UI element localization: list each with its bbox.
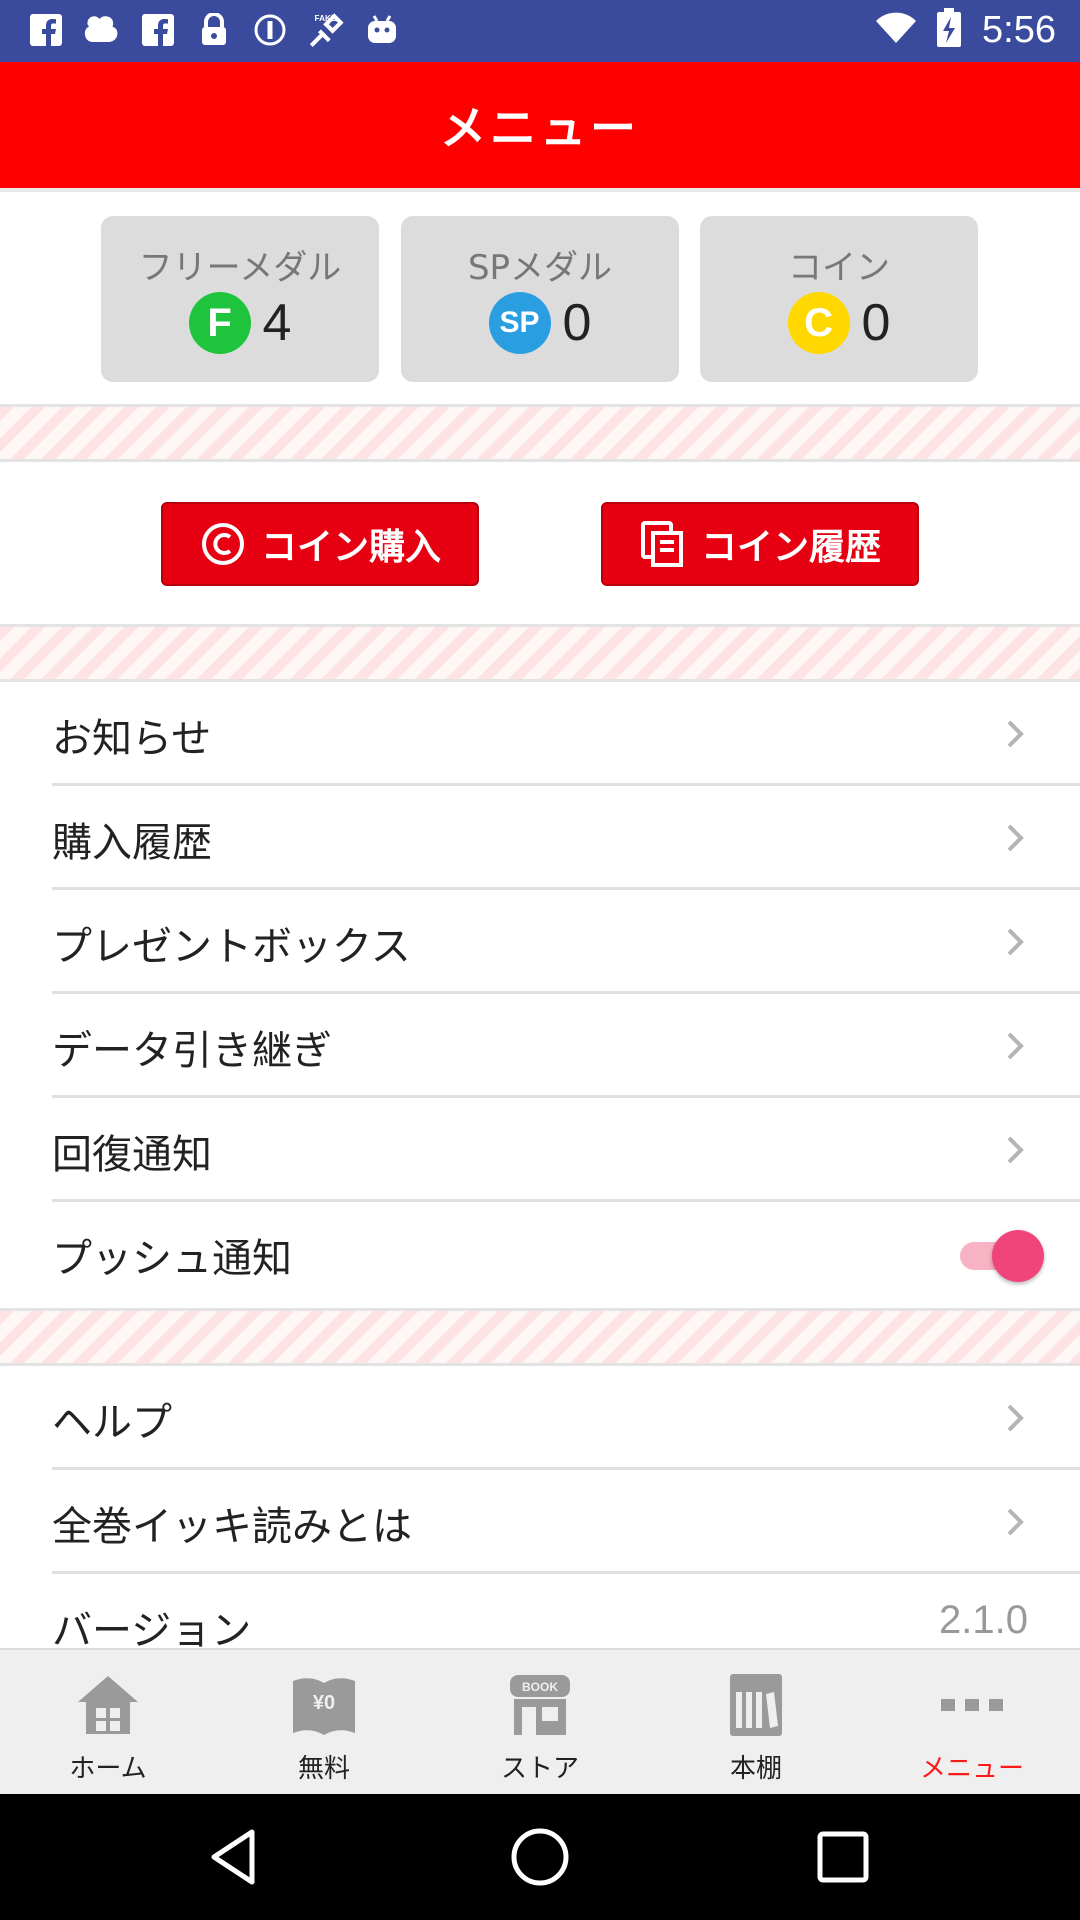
menu-item-help[interactable]: ヘルプ bbox=[0, 1366, 1080, 1470]
coin-icon: C bbox=[787, 292, 850, 354]
back-icon[interactable] bbox=[202, 1824, 268, 1890]
nav-home[interactable]: ホーム bbox=[0, 1650, 216, 1796]
menu-item-purchase-history[interactable]: 購入履歴 bbox=[0, 786, 1080, 890]
chevron-right-icon bbox=[1007, 824, 1024, 852]
coin-history-label: コイン履歴 bbox=[700, 527, 881, 568]
android-icon bbox=[364, 10, 400, 50]
nav-menu-label: メニュー bbox=[919, 1754, 1024, 1784]
facebook-icon bbox=[140, 10, 176, 50]
coin-label: コイン bbox=[788, 248, 890, 288]
coin-card: コイン C 0 bbox=[700, 216, 978, 382]
svg-text:BOOK: BOOK bbox=[522, 1680, 558, 1694]
stripe-divider bbox=[0, 404, 1080, 462]
nav-bookshelf-label: 本棚 bbox=[729, 1754, 782, 1784]
svg-text:¥0: ¥0 bbox=[313, 1692, 335, 1714]
home-circle-icon[interactable] bbox=[507, 1824, 573, 1890]
chevron-right-icon bbox=[1007, 1032, 1024, 1060]
menu-item-label: お知らせ bbox=[52, 716, 212, 762]
chevron-right-icon bbox=[1007, 1404, 1024, 1432]
menu-item-label: データ引き継ぎ bbox=[52, 1028, 332, 1074]
page-title: メニュー bbox=[440, 101, 640, 155]
free-medal-card: フリーメダル F 4 bbox=[101, 216, 379, 382]
notification-icon bbox=[84, 10, 120, 50]
version-value: 2.1.0 bbox=[939, 1598, 1028, 1642]
status-bar: FAKE 5:56 bbox=[0, 0, 1080, 62]
free-medal-label: フリーメダル bbox=[138, 248, 342, 288]
menu-item-label: ヘルプ bbox=[52, 1400, 172, 1446]
menu-item-recovery-notification[interactable]: 回復通知 bbox=[0, 1098, 1080, 1202]
coin-c-icon bbox=[199, 520, 247, 568]
nav-menu[interactable]: メニュー bbox=[864, 1650, 1080, 1796]
fake-gps-icon: FAKE bbox=[308, 10, 344, 50]
toggle-thumb bbox=[992, 1230, 1044, 1282]
chevron-right-icon bbox=[1007, 1136, 1024, 1164]
coin-history-button[interactable]: コイン履歴 bbox=[601, 502, 919, 586]
battery-charging-icon bbox=[936, 8, 962, 52]
menu-item-data-transfer[interactable]: データ引き継ぎ bbox=[0, 994, 1080, 1098]
menu-item-news[interactable]: お知らせ bbox=[0, 682, 1080, 786]
stripe-divider bbox=[0, 1308, 1080, 1366]
store-icon: BOOK bbox=[504, 1672, 576, 1738]
facebook-icon bbox=[28, 10, 64, 50]
free-medal-count: 4 bbox=[262, 294, 292, 352]
free-book-icon: ¥0 bbox=[288, 1672, 360, 1738]
menu-item-push-notification: プッシュ通知 bbox=[0, 1202, 1080, 1306]
stripe-divider bbox=[0, 624, 1080, 682]
nav-store-label: ストア bbox=[500, 1754, 579, 1784]
status-time: 5:56 bbox=[982, 8, 1056, 51]
nav-free-label: 無料 bbox=[297, 1754, 350, 1784]
home-icon bbox=[72, 1672, 144, 1738]
history-document-icon bbox=[639, 520, 687, 568]
menu-item-present-box[interactable]: プレゼントボックス bbox=[0, 890, 1080, 994]
menu-item-about-bulk-reading[interactable]: 全巻イッキ読みとは bbox=[0, 1470, 1080, 1574]
nav-bookshelf[interactable]: 本棚 bbox=[648, 1650, 864, 1796]
recents-icon[interactable] bbox=[810, 1824, 876, 1890]
free-medal-icon: F bbox=[188, 292, 251, 354]
chevron-right-icon bbox=[1007, 928, 1024, 956]
nav-store[interactable]: BOOK ストア bbox=[432, 1650, 648, 1796]
menu-item-label: 回復通知 bbox=[52, 1132, 212, 1178]
lock-icon bbox=[196, 10, 232, 50]
system-navigation-bar bbox=[0, 1794, 1080, 1920]
medal-panel: フリーメダル F 4 SPメダル SP 0 コイン C 0 bbox=[0, 192, 1080, 404]
info-icon bbox=[252, 10, 288, 50]
nav-home-label: ホーム bbox=[69, 1754, 147, 1784]
menu-item-label: プレゼントボックス bbox=[52, 924, 411, 970]
nav-free[interactable]: ¥0 無料 bbox=[216, 1650, 432, 1796]
menu-item-label: 購入履歴 bbox=[52, 820, 212, 866]
chevron-right-icon bbox=[1007, 720, 1024, 748]
push-notification-toggle[interactable] bbox=[952, 1230, 1044, 1282]
sp-medal-label: SPメダル bbox=[467, 248, 613, 288]
chevron-right-icon bbox=[1007, 1508, 1024, 1536]
sp-medal-icon: SP bbox=[488, 292, 551, 354]
bookshelf-icon bbox=[720, 1672, 792, 1738]
wifi-icon bbox=[876, 12, 917, 48]
sp-medal-card: SPメダル SP 0 bbox=[401, 216, 679, 382]
app-header: メニュー bbox=[0, 62, 1080, 188]
coin-purchase-label: コイン購入 bbox=[260, 527, 441, 568]
more-icon bbox=[936, 1672, 1008, 1738]
coin-count: 0 bbox=[861, 294, 891, 352]
menu-item-label: 全巻イッキ読みとは bbox=[52, 1504, 412, 1550]
coin-actions: コイン購入 コイン履歴 bbox=[0, 462, 1080, 624]
sp-medal-count: 0 bbox=[562, 294, 592, 352]
bottom-navigation: ホーム ¥0 無料 BOOK ストア 本棚 メニュー bbox=[0, 1648, 1080, 1794]
menu-item-label: プッシュ通知 bbox=[52, 1236, 292, 1282]
coin-purchase-button[interactable]: コイン購入 bbox=[161, 502, 479, 586]
